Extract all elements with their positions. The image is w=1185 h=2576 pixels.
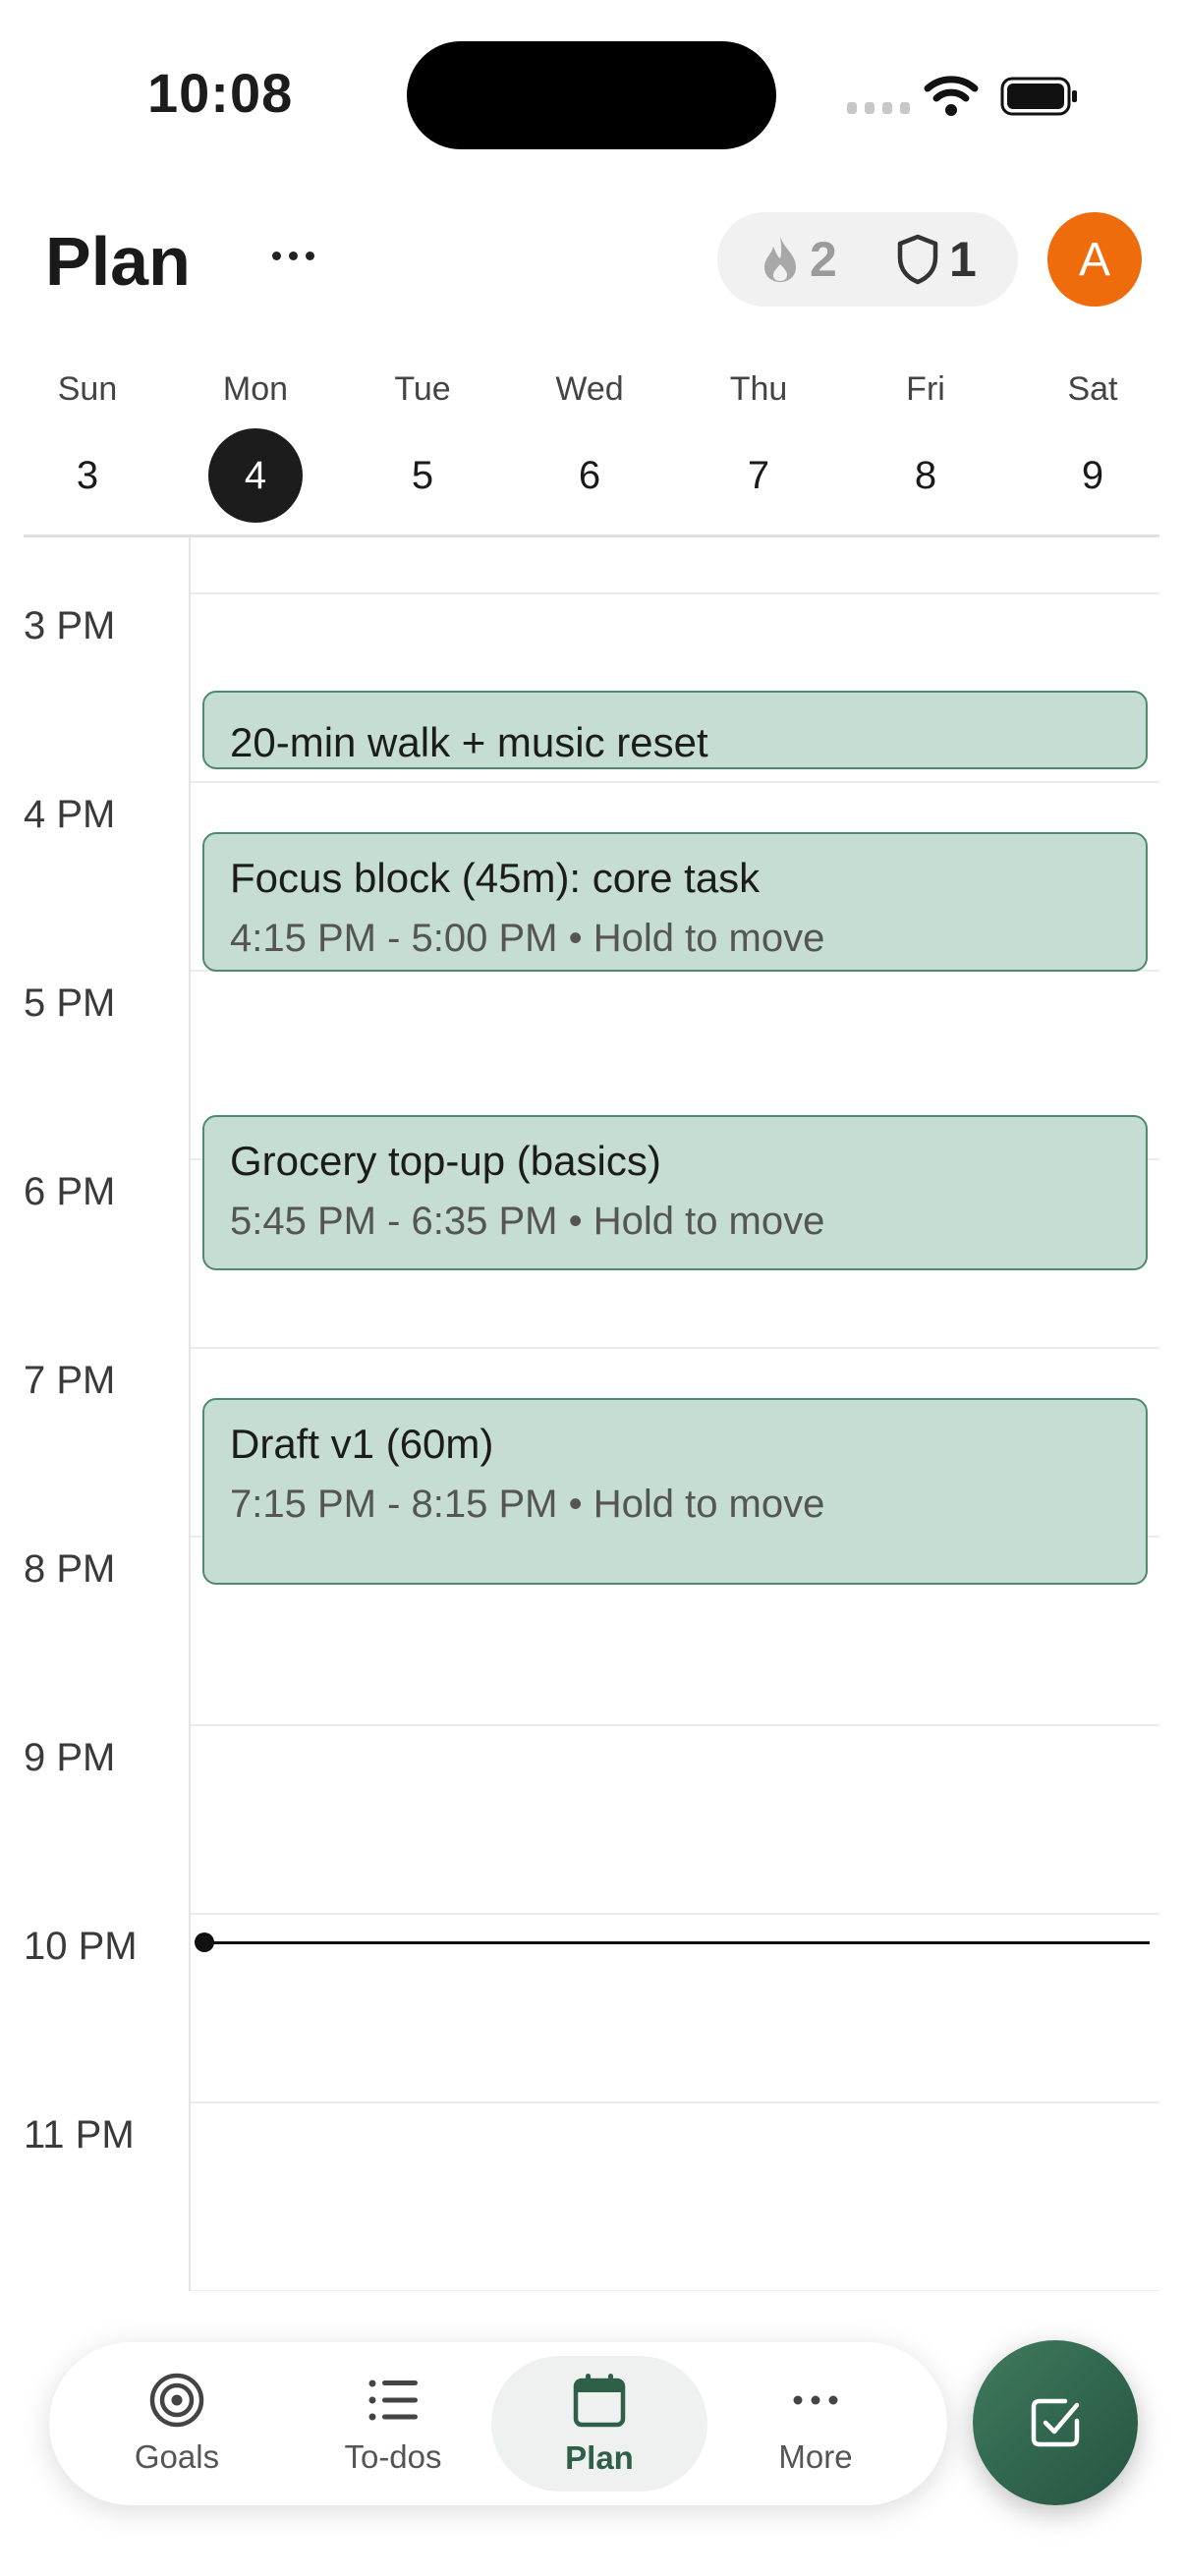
day-number: 3 [76,454,99,497]
day-name: Thu [729,370,788,408]
nav-label-plan: Plan [565,2439,634,2476]
nav-label-more: More [778,2438,853,2475]
hour-gridline [191,592,1159,594]
hour-label: 4 PM [24,793,116,836]
nav-plan[interactable]: Plan [491,2356,707,2492]
day-sun[interactable]: Sun 3 [28,365,146,523]
hour-label: 9 PM [24,1736,116,1779]
hour-gridline [191,2290,1159,2291]
event-time-hint: 5:45 PM - 6:35 PM • Hold to move [230,1200,825,1244]
day-sat[interactable]: Sat 9 [1034,365,1152,523]
shield-count: 1 [949,232,977,287]
bottom-nav: Goals To-dos Plan More [49,2342,947,2505]
event-title: Focus block (45m): core task [230,855,761,901]
calendar-icon [573,2374,626,2428]
event-card[interactable]: 20-min walk + music reset [202,691,1148,769]
event-card[interactable]: Grocery top-up (basics) 5:45 PM - 6:35 PM… [202,1115,1148,1270]
day-mon[interactable]: Mon 4 [197,365,314,523]
nav-label-todos: To-dos [344,2438,442,2475]
list-icon [368,2380,418,2421]
event-time-hint: 4:15 PM - 5:00 PM • Hold to move [230,917,825,961]
event-title: 20-min walk + music reset [230,719,708,765]
hour-gridline [191,1724,1159,1726]
day-number: 7 [747,454,770,497]
hour-label: 11 PM [24,2113,135,2156]
streak-stats-pill[interactable]: 2 1 [717,212,1018,307]
day-name: Sat [1067,370,1118,408]
event-time-hint: 7:15 PM - 8:15 PM • Hold to move [230,1483,825,1527]
nav-todos[interactable]: To-dos [285,2356,501,2492]
event-title: Grocery top-up (basics) [230,1138,661,1184]
nav-label-goals: Goals [134,2438,220,2475]
event-card[interactable]: Draft v1 (60m) 7:15 PM - 8:15 PM • Hold t… [202,1398,1148,1585]
event-title: Draft v1 (60m) [230,1421,494,1467]
hour-label: 3 PM [24,604,116,647]
day-number: 8 [914,454,937,497]
hour-gridline [191,1347,1159,1349]
flame-icon [764,237,796,282]
dynamic-island [407,41,776,149]
nav-more[interactable]: More [707,2356,924,2492]
day-number: 4 [208,428,303,523]
current-time-indicator [195,1932,1150,1952]
current-time-dot [195,1932,214,1952]
header-more-menu[interactable] [265,236,320,275]
target-icon [149,2373,204,2428]
day-name: Tue [394,370,451,408]
nav-goals[interactable]: Goals [69,2356,285,2492]
cellular-signal-icon [847,102,910,114]
day-number: 9 [1081,454,1104,497]
hour-gridline [191,2101,1159,2103]
status-bar: 10:08 [0,0,1185,187]
hour-label: 5 PM [24,981,116,1025]
day-fri[interactable]: Fri 8 [867,365,985,523]
shield-icon [897,234,938,285]
page-header: Plan 2 1 A [0,196,1185,324]
hour-label: 6 PM [24,1170,116,1213]
day-timeline[interactable]: 3 PM 4 PM 5 PM 6 PM 7 PM 8 PM 9 PM 10 PM 11 PM 20… [0,537,1185,2291]
add-todo-fab[interactable] [973,2340,1138,2505]
time-column-border [189,537,191,2291]
streak-stat: 2 [761,231,837,288]
day-name: Sun [57,370,118,408]
day-number: 5 [411,454,434,497]
day-wed[interactable]: Wed 6 [531,365,649,523]
day-name: Fri [906,370,945,408]
hour-gridline [191,1913,1159,1915]
wifi-icon [924,76,979,116]
day-number: 6 [578,454,601,497]
shield-stat: 1 [896,231,977,288]
event-card[interactable]: Focus block (45m): core task 4:15 PM - 5:… [202,832,1148,972]
day-name: Wed [555,370,624,408]
hour-gridline [191,781,1159,783]
more-dots-icon [793,2395,838,2405]
checkbox-icon [1031,2398,1080,2447]
streak-count: 2 [810,232,837,287]
day-tue[interactable]: Tue 5 [364,365,481,523]
battery-icon [1000,77,1077,116]
day-name: Mon [222,370,289,408]
hour-label: 8 PM [24,1547,116,1591]
hour-label: 7 PM [24,1359,116,1402]
page-title: Plan [45,223,191,300]
avatar[interactable]: A [1047,212,1142,307]
status-time: 10:08 [147,62,294,124]
week-strip: Sun 3 Mon 4 Tue 5 Wed 6 Thu 7 Fri 8 Sat 9 [0,365,1185,536]
hour-label: 10 PM [24,1925,138,1968]
day-thu[interactable]: Thu 7 [700,365,818,523]
